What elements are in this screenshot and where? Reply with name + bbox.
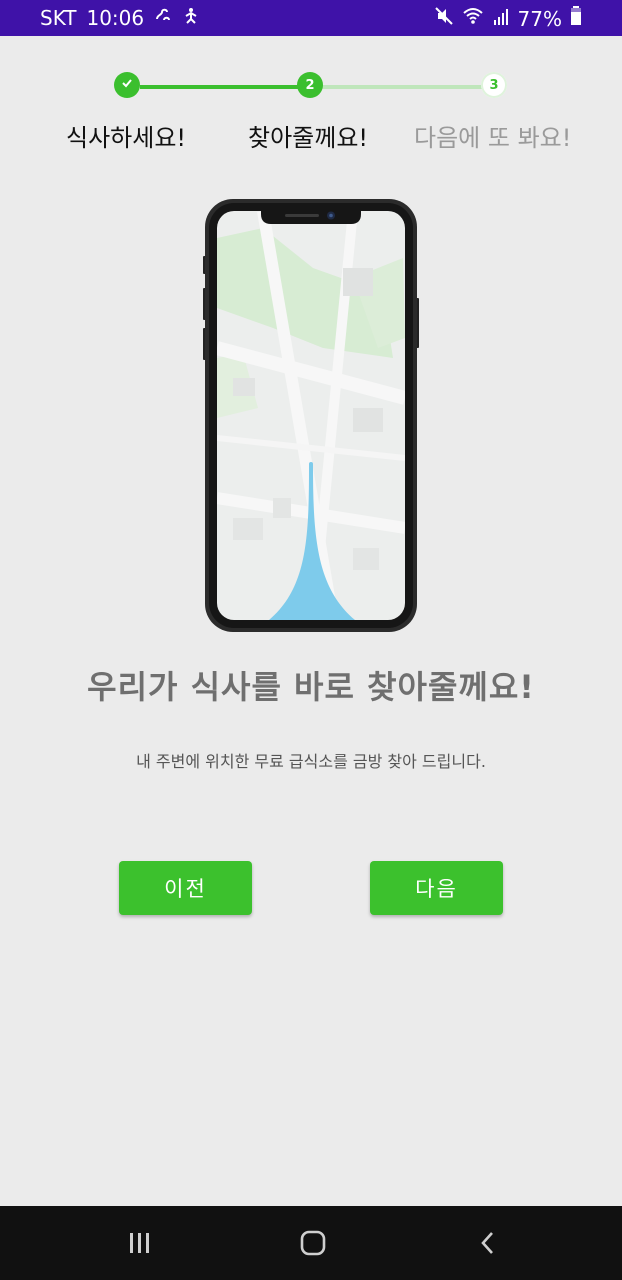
link-icon <box>154 6 172 30</box>
accessibility-icon <box>182 6 200 30</box>
mute-icon <box>434 6 454 31</box>
step-2-indicator: 2 <box>297 72 323 98</box>
carrier-label: SKT <box>40 6 77 30</box>
recent-apps-icon[interactable] <box>120 1228 160 1258</box>
headline: 우리가 식사를 바로 찾아줄께요! <box>87 668 535 706</box>
step-2-label: 찾아줄께요! <box>248 124 369 152</box>
check-icon <box>121 77 133 93</box>
home-icon[interactable] <box>293 1228 333 1258</box>
step-3-indicator: 3 <box>481 72 507 98</box>
back-icon[interactable] <box>468 1228 508 1258</box>
battery-icon <box>570 6 582 31</box>
status-left: SKT 10:06 <box>40 6 200 30</box>
battery-percent: 77% <box>517 6 562 31</box>
step-line-completed <box>140 85 300 89</box>
previous-button[interactable]: 이전 <box>119 861 252 915</box>
status-bar: SKT 10:06 77% <box>0 0 622 36</box>
wifi-icon <box>462 6 484 31</box>
signal-icon <box>492 7 510 31</box>
status-right: 77% <box>434 6 582 31</box>
step-1-indicator <box>114 72 140 98</box>
time-label: 10:06 <box>86 6 145 30</box>
progress-stepper: 2 3 <box>0 60 622 110</box>
step-line-pending <box>322 85 482 89</box>
navigation-bar <box>0 1206 622 1280</box>
next-button[interactable]: 다음 <box>370 861 503 915</box>
step-1-label: 식사하세요! <box>66 124 187 152</box>
description-text: 내 주변에 위치한 무료 급식소를 금방 찾아 드립니다. <box>136 752 486 771</box>
step-3-label: 다음에 또 봐요! <box>414 124 572 152</box>
phone-illustration <box>203 198 419 634</box>
